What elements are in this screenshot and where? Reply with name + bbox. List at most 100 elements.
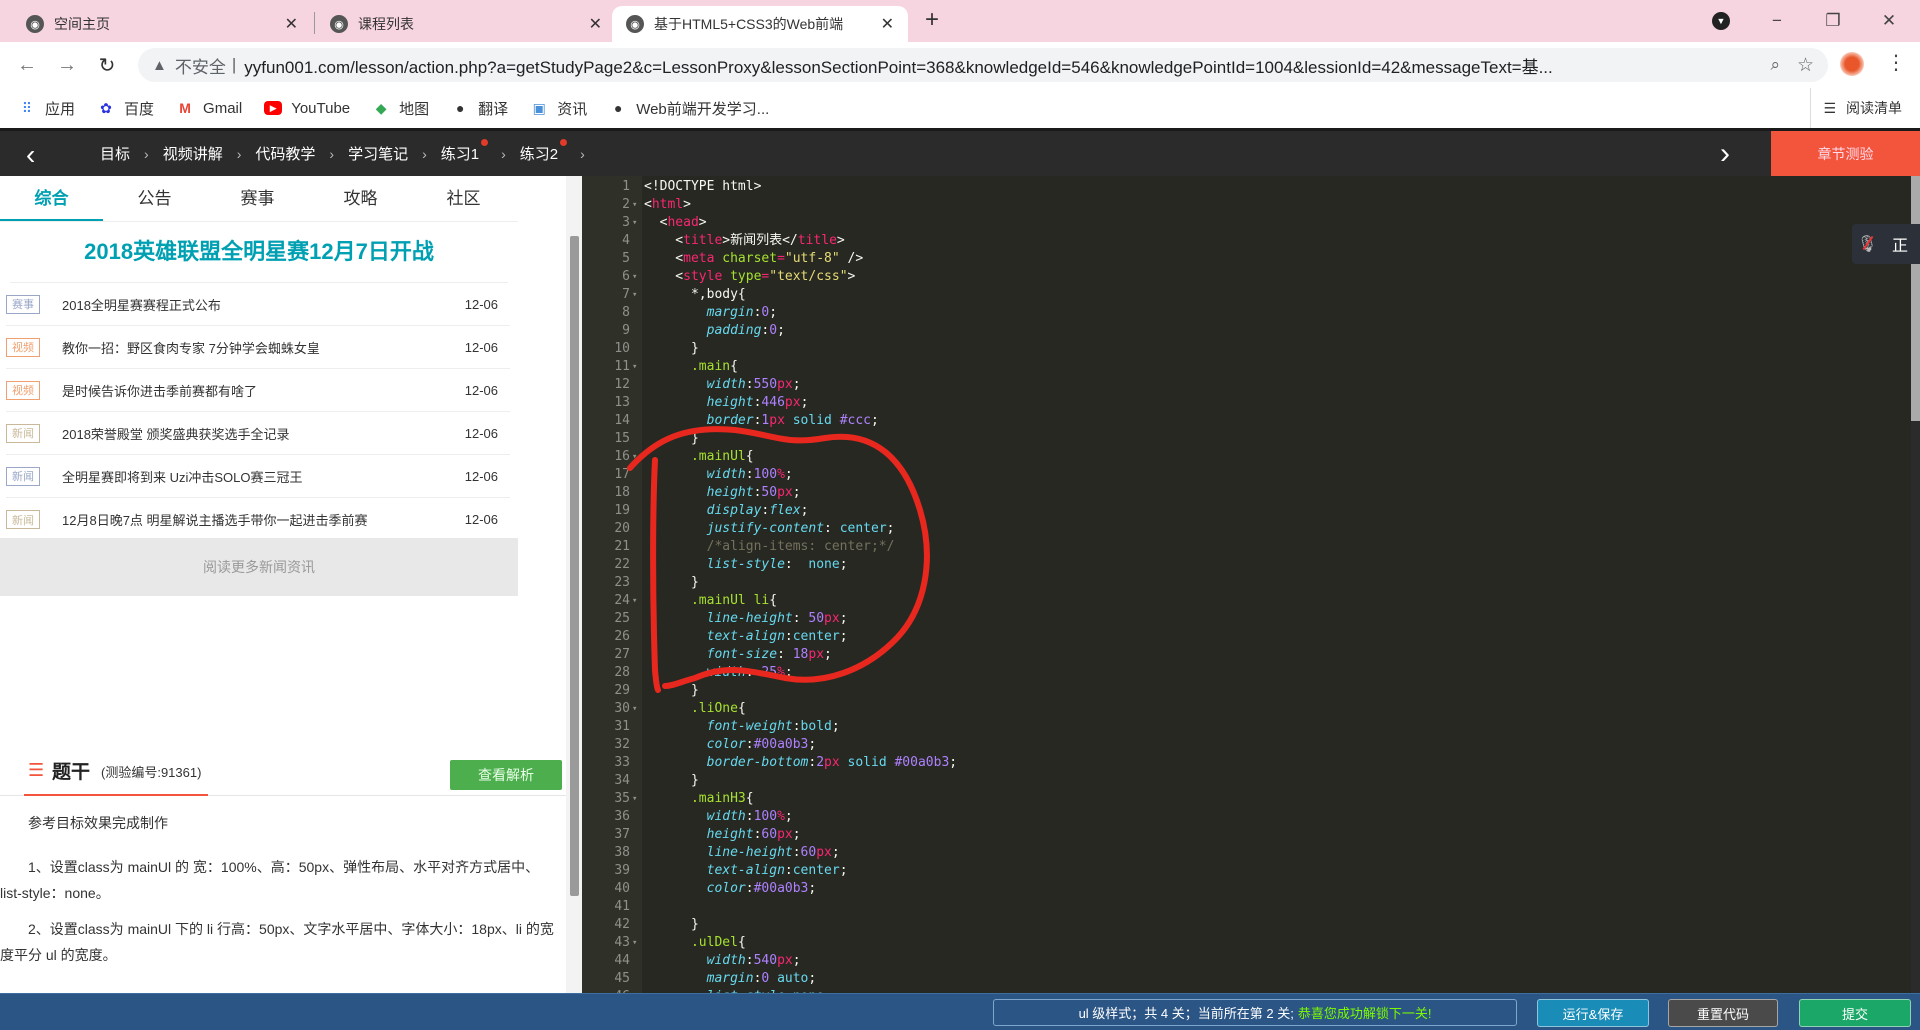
left-scrollbar-thumb[interactable] <box>570 236 579 896</box>
fold-toggle-icon[interactable]: ▾ <box>632 196 637 214</box>
fold-toggle-icon[interactable]: ▾ <box>632 700 637 718</box>
reset-code-button[interactable]: 重置代码 <box>1668 999 1778 1027</box>
code-line[interactable]: 27 font-size: 18px; <box>582 646 1902 664</box>
code-line[interactable]: 12 width:550px; <box>582 376 1902 394</box>
zoom-icon[interactable]: ⌕ <box>1770 55 1780 75</box>
bookmark-apps[interactable]: ⠿ 应用 <box>18 98 75 119</box>
close-tab-icon[interactable]: ✕ <box>285 14 298 34</box>
fold-toggle-icon[interactable]: ▾ <box>632 790 637 808</box>
code-line[interactable]: 15 } <box>582 430 1902 448</box>
code-line[interactable]: 19 display:flex; <box>582 502 1902 520</box>
crumb-video[interactable]: 视频讲解 <box>163 143 223 164</box>
browser-tab-active[interactable]: ◉ 基于HTML5+CSS3的Web前端 ✕ <box>612 6 908 42</box>
code-line[interactable]: 42 } <box>582 916 1902 934</box>
news-item[interactable]: 视频 教你一招：野区食肉专家 7分钟学会蜘蛛女皇 12-06 <box>6 326 510 369</box>
reading-list-button[interactable]: ☰ 阅读清单 <box>1810 88 1902 128</box>
bookmark-web-frontend[interactable]: ● Web前端开发学习... <box>609 98 769 119</box>
profile-dropdown-icon[interactable]: ▼ <box>1712 12 1730 30</box>
code-line[interactable]: 4 <title>新闻列表</title> <box>582 232 1902 250</box>
preview-tab-announcement[interactable]: 公告 <box>103 176 206 221</box>
bookmark-news[interactable]: ▣ 资讯 <box>530 98 588 119</box>
code-line[interactable]: 21 /*align-items: center;*/ <box>582 538 1902 556</box>
crumb-notes[interactable]: 学习笔记 <box>348 143 408 164</box>
code-line[interactable]: 14 border:1px solid #ccc; <box>582 412 1902 430</box>
news-item[interactable]: 视频 是时候告诉你进击季前赛都有啥了 12-06 <box>6 369 510 412</box>
bookmark-baidu[interactable]: ✿ 百度 <box>97 98 154 119</box>
preview-tab-guides[interactable]: 攻略 <box>309 176 412 221</box>
code-line[interactable]: 20 justify-content: center; <box>582 520 1902 538</box>
code-line[interactable]: 40 color:#00a0b3; <box>582 880 1902 898</box>
crumb-exercise-1[interactable]: 练习1 <box>441 139 489 164</box>
code-line[interactable]: 37 height:60px; <box>582 826 1902 844</box>
editor-scrollbar-thumb[interactable] <box>1911 176 1920 421</box>
code-line[interactable]: 25 line-height: 50px; <box>582 610 1902 628</box>
preview-tab-general[interactable]: 综合 <box>0 176 103 221</box>
bookmark-maps[interactable]: ◆ 地图 <box>372 98 429 119</box>
code-line[interactable]: 26 text-align:center; <box>582 628 1902 646</box>
code-line[interactable]: 24 ▾ .mainUl li{ <box>582 592 1902 610</box>
mic-muted-icon[interactable]: 🎙 <box>1852 234 1882 254</box>
code-line[interactable]: 8 margin:0; <box>582 304 1902 322</box>
new-tab-button[interactable]: + <box>925 6 939 34</box>
floating-widget[interactable]: 🎙 正 <box>1852 224 1920 264</box>
code-line[interactable]: 1 <!DOCTYPE html> <box>582 178 1902 196</box>
code-line[interactable]: 38 line-height:60px; <box>582 844 1902 862</box>
reload-button[interactable]: ↻ <box>92 50 122 80</box>
code-line[interactable]: 22 list-style: none; <box>582 556 1902 574</box>
prev-chevron-icon[interactable]: ‹ <box>26 139 35 171</box>
view-analysis-button[interactable]: 查看解析 <box>450 760 562 790</box>
browser-menu-icon[interactable]: ⋮ <box>1886 50 1906 75</box>
crumb-exercise-2[interactable]: 练习2 <box>520 139 568 164</box>
code-line[interactable]: 5 <meta charset="utf-8" /> <box>582 250 1902 268</box>
forward-button[interactable]: → <box>52 50 82 80</box>
run-save-button[interactable]: 运行&保存 <box>1537 999 1649 1027</box>
crumb-goal[interactable]: 目标 <box>100 143 130 164</box>
code-line[interactable]: 2 ▾ <html> <box>582 196 1902 214</box>
code-line[interactable]: 11 ▾ .main{ <box>582 358 1902 376</box>
code-line[interactable]: 39 text-align:center; <box>582 862 1902 880</box>
preview-tab-events[interactable]: 赛事 <box>206 176 309 221</box>
code-line[interactable]: 28 width: 25%; <box>582 664 1902 682</box>
browser-tab[interactable]: ◉ 空间主页 ✕ <box>12 6 312 42</box>
back-button[interactable]: ← <box>12 50 42 80</box>
fold-toggle-icon[interactable]: ▾ <box>632 934 637 952</box>
code-line[interactable]: 33 border-bottom:2px solid #00a0b3; <box>582 754 1902 772</box>
code-line[interactable]: 36 width:100%; <box>582 808 1902 826</box>
bookmark-youtube[interactable]: ▶ YouTube <box>264 100 350 117</box>
code-line[interactable]: 32 color:#00a0b3; <box>582 736 1902 754</box>
code-line[interactable]: 45 margin:0 auto; <box>582 970 1902 988</box>
code-line[interactable]: 7 ▾ *,body{ <box>582 286 1902 304</box>
code-line[interactable]: 34 } <box>582 772 1902 790</box>
code-line[interactable]: 13 height:446px; <box>582 394 1902 412</box>
fold-toggle-icon[interactable]: ▾ <box>632 592 637 610</box>
code-line[interactable]: 17 width:100%; <box>582 466 1902 484</box>
fold-toggle-icon[interactable]: ▾ <box>632 214 637 232</box>
close-tab-icon[interactable]: ✕ <box>881 14 894 34</box>
editor-scrollbar[interactable] <box>1911 176 1920 993</box>
news-item[interactable]: 赛事 2018全明星赛赛程正式公布 12-06 <box>6 283 510 326</box>
code-editor[interactable]: 1 <!DOCTYPE html> 2 ▾ <html> 3 ▾ <head> 4 <titl… <box>582 176 1920 993</box>
fold-toggle-icon[interactable]: ▾ <box>632 448 637 466</box>
code-line[interactable]: 16 ▾ .mainUl{ <box>582 448 1902 466</box>
security-label[interactable]: 不安全 <box>175 53 226 78</box>
minimize-button[interactable]: − <box>1754 0 1800 42</box>
code-line[interactable]: 6 ▾ <style type="text/css"> <box>582 268 1902 286</box>
url-text[interactable]: yyfun001.com/lesson/action.php?a=getStud… <box>244 53 1724 78</box>
close-tab-icon[interactable]: ✕ <box>589 14 602 34</box>
bookmark-star-icon[interactable]: ☆ <box>1797 54 1814 77</box>
fold-toggle-icon[interactable]: ▾ <box>632 286 637 304</box>
browser-tab[interactable]: ◉ 课程列表 ✕ <box>316 6 616 42</box>
news-item[interactable]: 新闻 12月8日晚7点 明星解说主播选手带你一起进击季前赛 12-06 <box>6 498 510 541</box>
code-line[interactable]: 43 ▾ .ulDel{ <box>582 934 1902 952</box>
chapter-quiz-button[interactable]: 章节测验 <box>1771 131 1920 176</box>
code-line[interactable]: 30 ▾ .liOne{ <box>582 700 1902 718</box>
crumb-code-teaching[interactable]: 代码教学 <box>255 143 315 164</box>
code-line[interactable]: 31 font-weight:bold; <box>582 718 1902 736</box>
code-line[interactable]: 29 } <box>582 682 1902 700</box>
code-line[interactable]: 44 width:540px; <box>582 952 1902 970</box>
bookmark-translate[interactable]: ● 翻译 <box>451 98 508 119</box>
code-line[interactable]: 35 ▾ .mainH3{ <box>582 790 1902 808</box>
bookmark-gmail[interactable]: M Gmail <box>176 99 242 117</box>
preview-tab-community[interactable]: 社区 <box>412 176 515 221</box>
extension-icon[interactable] <box>1840 52 1864 76</box>
